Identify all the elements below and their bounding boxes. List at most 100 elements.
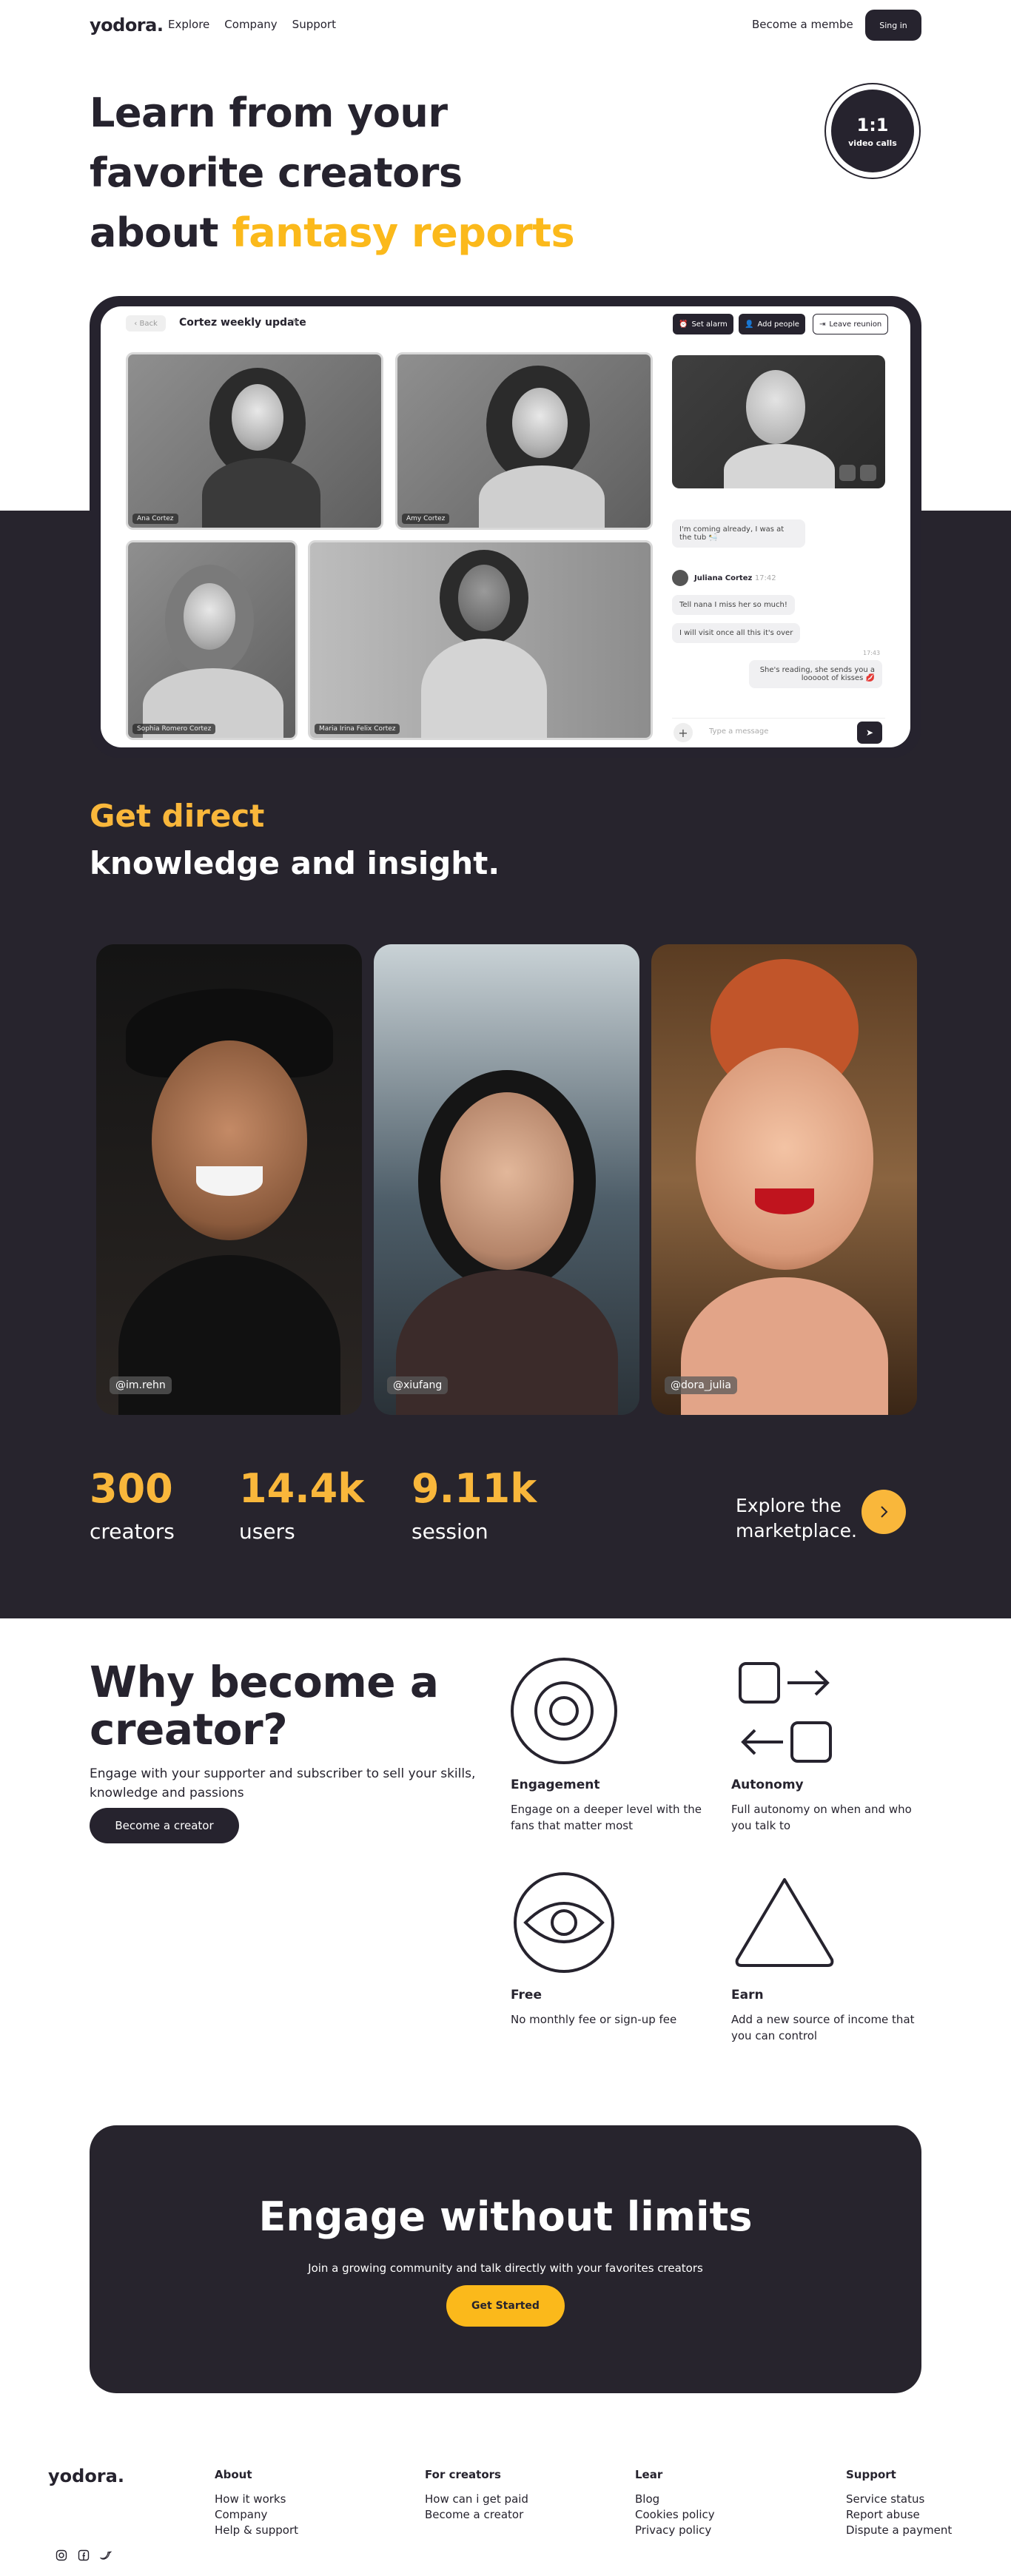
feature-free: Free No monthly fee or sign-up fee	[511, 1988, 711, 2028]
footer-heading: Support	[846, 2468, 896, 2481]
chat-message: Tell nana I miss her so much!	[672, 595, 795, 615]
tile-body	[421, 639, 547, 738]
device-mockup: ‹ Back Cortez weekly update ✎ ⏰ Set alarm…	[90, 296, 921, 758]
feature-title: Free	[511, 1988, 542, 2002]
direct-heading-accent: Get direct	[90, 798, 265, 834]
add-people-label: Add people	[757, 320, 799, 329]
footer-link[interactable]: Blog	[635, 2492, 715, 2507]
nav-link-company[interactable]: Company	[224, 18, 277, 31]
participant-name: Sophia Romero Cortez	[132, 724, 216, 734]
footer-link[interactable]: Help & support	[215, 2523, 298, 2538]
meeting-title: Cortez weekly update	[179, 317, 306, 329]
exit-icon: ⇥	[819, 320, 826, 329]
hero-line-1: Learn from your	[90, 90, 448, 136]
video-tile[interactable]: Maria Irina Felix Cortez	[308, 540, 653, 740]
get-started-button[interactable]: Get Started	[446, 2285, 565, 2327]
why-description: Engage with your supporter and subscribe…	[90, 1766, 476, 1800]
leave-reunion-button[interactable]: ⇥ Leave reunion	[813, 314, 889, 334]
footer-link[interactable]: Privacy policy	[635, 2523, 715, 2538]
chat-message: She's reading, she sends you a looooot o…	[749, 660, 882, 688]
explore-arrow-button[interactable]	[861, 1490, 906, 1534]
feature-desc: Engage on a deeper level with the fans t…	[511, 1803, 702, 1832]
badge-top-text: 1:1	[856, 114, 889, 135]
hero-line-3-prefix: about	[90, 209, 232, 256]
chevron-right-icon	[881, 1506, 888, 1518]
set-alarm-button[interactable]: ⏰ Set alarm	[673, 314, 733, 334]
become-creator-button[interactable]: Become a creator	[90, 1808, 239, 1843]
why-heading: Why become a creator?	[90, 1657, 439, 1753]
stat-sessions: 9.11k session	[412, 1465, 537, 1544]
instagram-icon[interactable]	[55, 2549, 68, 2562]
video-tile[interactable]: Ana Cortez	[126, 352, 383, 530]
tile-face	[458, 565, 510, 631]
explore-marketplace-text[interactable]: Explore the marketplace.	[736, 1493, 857, 1544]
become-member-link[interactable]: Become a membe	[752, 18, 853, 31]
nav-link-support[interactable]: Support	[292, 18, 336, 31]
stat-label: users	[239, 1519, 295, 1544]
add-people-button[interactable]: 👤 Add people	[739, 314, 805, 334]
chat-sender-name: Juliana Cortez 17:42	[694, 574, 776, 582]
pencil-icon[interactable]: ✎	[292, 317, 299, 327]
top-nav: yodora. Explore Company Support Become a…	[0, 0, 1011, 50]
eye-icon	[514, 1872, 614, 1973]
footer-link[interactable]: Company	[215, 2507, 298, 2523]
chat-time: 17:42	[754, 574, 776, 582]
leave-reunion-label: Leave reunion	[829, 320, 882, 329]
footer-link[interactable]: Report abuse	[846, 2507, 952, 2523]
twitter-icon[interactable]	[99, 2549, 112, 2562]
video-tile[interactable]: Sophia Romero Cortez	[126, 540, 298, 740]
participant-name: Amy Cortez	[402, 514, 450, 524]
footer-link[interactable]: How it works	[215, 2492, 298, 2507]
signin-button[interactable]: Sing in	[865, 10, 921, 41]
hero-line-2: favorite creators	[90, 149, 463, 196]
tile-body	[202, 458, 320, 528]
feature-title: Earn	[731, 1988, 764, 2002]
tile-face	[512, 388, 568, 458]
creator-body	[681, 1277, 888, 1415]
nav-link-explore[interactable]: Explore	[168, 18, 209, 31]
footer-heading: Lear	[635, 2468, 663, 2481]
send-icon[interactable]: ➤	[857, 722, 882, 744]
plus-icon[interactable]: +	[674, 723, 693, 742]
expand-icon[interactable]	[860, 465, 876, 481]
direct-heading: knowledge and insight.	[90, 845, 500, 881]
feature-engagement: Engagement Engage on a deeper level with…	[511, 1778, 711, 1834]
creator-face	[152, 1040, 307, 1240]
creator-card[interactable]: @dora_julia	[651, 944, 917, 1415]
video-tile[interactable]: Amy Cortez	[395, 352, 653, 530]
creator-card[interactable]: @im.rehn	[96, 944, 362, 1415]
avatar	[672, 570, 688, 586]
instagram-glyph	[56, 2549, 67, 2561]
feature-autonomy: Autonomy Full autonomy on when and who y…	[731, 1778, 931, 1834]
footer-link[interactable]: Service status	[846, 2492, 952, 2507]
facebook-glyph	[78, 2549, 90, 2561]
add-person-icon: 👤	[745, 320, 754, 329]
feature-desc: Add a new source of income that you can …	[731, 2013, 915, 2042]
twitter-glyph	[100, 2551, 112, 2560]
back-button[interactable]: ‹ Back	[126, 315, 166, 332]
creator-card[interactable]: @xiufang	[374, 944, 639, 1415]
lips-shape	[755, 1188, 814, 1214]
footer-logo[interactable]: yodora.	[48, 2466, 124, 2486]
chat-sender: Juliana Cortez	[694, 574, 753, 582]
chat-panel: I'm coming already, I was at the tub 🛀 J…	[672, 355, 888, 744]
footer-link[interactable]: Dispute a payment	[846, 2523, 952, 2538]
facebook-icon[interactable]	[77, 2549, 90, 2562]
footer-heading: For creators	[425, 2468, 501, 2481]
stat-users: 14.4k users	[239, 1465, 364, 1544]
stat-creators: 300 creators	[90, 1465, 175, 1544]
why-line-1: Why become a	[90, 1657, 439, 1707]
logo[interactable]: yodora.	[90, 15, 164, 36]
hero-title: Learn from your favorite creators about …	[90, 83, 575, 263]
mic-icon[interactable]	[839, 465, 856, 481]
message-input[interactable]: Type a message	[709, 727, 768, 736]
footer-heading: About	[215, 2468, 252, 2481]
chat-input-bar: + Type a message ➤	[672, 718, 885, 744]
feature-earn: Earn Add a new source of income that you…	[731, 1988, 931, 2044]
footer-link[interactable]: Cookies policy	[635, 2507, 715, 2523]
creator-handle: @dora_julia	[665, 1376, 737, 1394]
stat-number: 300	[90, 1465, 173, 1512]
footer-link[interactable]: Become a creator	[425, 2507, 528, 2523]
participant-name: Ana Cortez	[132, 514, 178, 524]
footer-link[interactable]: How can i get paid	[425, 2492, 528, 2507]
